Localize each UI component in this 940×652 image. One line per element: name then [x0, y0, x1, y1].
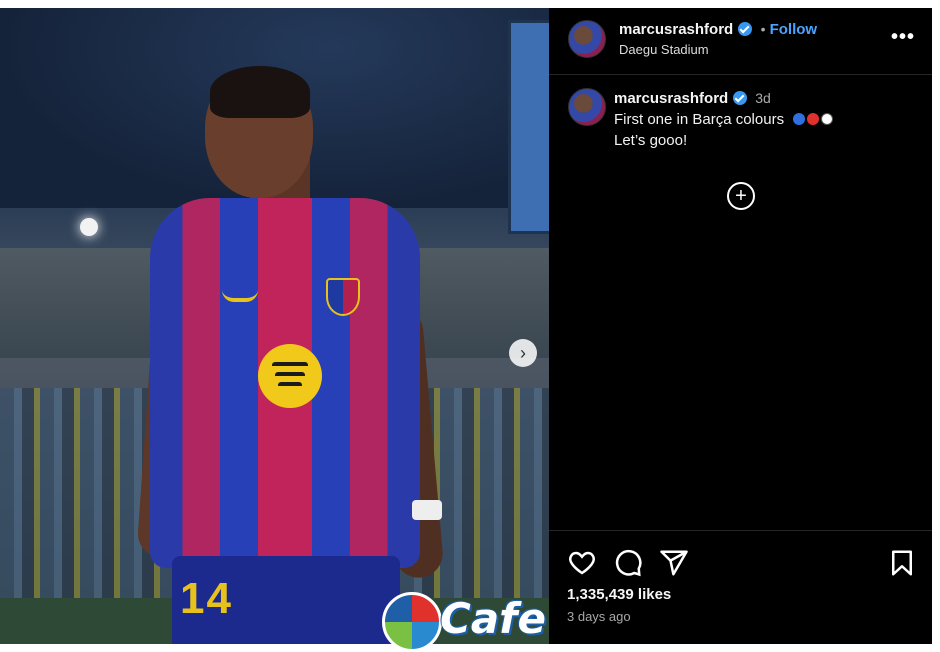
jersey-number: 14	[180, 574, 233, 623]
wristband	[412, 500, 442, 520]
caption-line-2: Let’s gooo!	[614, 132, 688, 149]
club-crest	[326, 278, 360, 316]
next-photo-button[interactable]: ›	[509, 339, 537, 367]
heart-icon[interactable]	[567, 548, 597, 578]
player-figure: 14	[0, 8, 549, 644]
watermark-logo-icon	[382, 592, 442, 652]
like-count[interactable]: 1,335,439 likes	[567, 586, 671, 603]
caption-avatar[interactable]	[568, 88, 606, 126]
verified-icon	[733, 91, 748, 105]
watermark-text: Cafe	[440, 594, 546, 643]
comment-icon[interactable]	[613, 548, 643, 578]
action-bar	[567, 548, 917, 580]
verified-icon	[738, 22, 753, 36]
location-link[interactable]: Daegu Stadium	[619, 42, 709, 57]
separator-dot: •	[760, 21, 766, 37]
post-header: marcusrashford • Follow	[619, 21, 817, 39]
red-circle-icon	[807, 113, 820, 125]
header-divider	[549, 74, 932, 75]
header-username[interactable]: marcusrashford	[619, 21, 733, 38]
load-more-comments-icon[interactable]: +	[727, 182, 755, 210]
more-options-icon[interactable]: •••	[891, 26, 915, 49]
watermark: Cafe	[378, 586, 578, 652]
actions-divider	[549, 530, 932, 531]
blue-circle-icon	[793, 113, 806, 125]
football-icon	[821, 113, 834, 125]
follow-button[interactable]: Follow	[770, 21, 818, 38]
chevron-right-icon: ›	[520, 342, 526, 363]
avatar[interactable]	[568, 20, 606, 58]
caption-text: First one in Barça colours	[614, 111, 785, 128]
player-hair	[210, 66, 310, 118]
share-icon[interactable]	[659, 548, 689, 578]
caption-time[interactable]: 3d	[755, 90, 771, 106]
post-photo[interactable]: 14 ›	[0, 8, 549, 644]
caption-line-1: First one in Barça colours	[614, 111, 834, 128]
caption-header: marcusrashford 3d	[614, 90, 771, 108]
instagram-post: 14 › marcusrashford • Follow Daegu Stadiu…	[0, 8, 932, 644]
sponsor-logo	[258, 344, 322, 408]
bookmark-icon[interactable]	[887, 548, 917, 578]
caption-username[interactable]: marcusrashford	[614, 90, 728, 107]
post-sidebar: marcusrashford • Follow Daegu Stadium •••…	[549, 8, 932, 644]
